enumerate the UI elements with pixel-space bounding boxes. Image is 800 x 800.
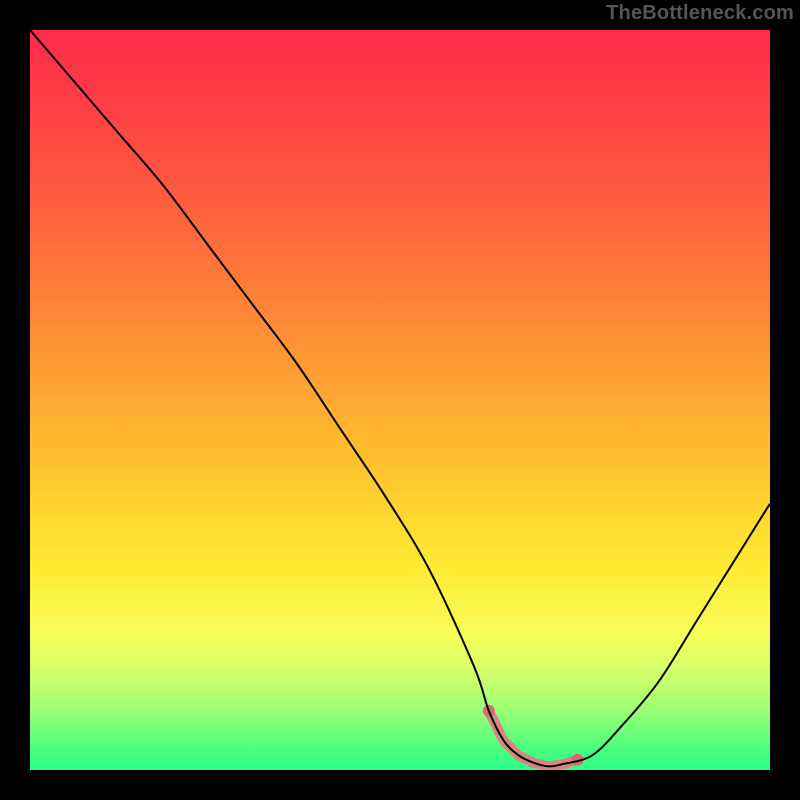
watermark-text: TheBottleneck.com (606, 2, 794, 25)
plot-background-gradient (30, 30, 770, 770)
chart-frame: TheBottleneck.com (0, 0, 800, 800)
